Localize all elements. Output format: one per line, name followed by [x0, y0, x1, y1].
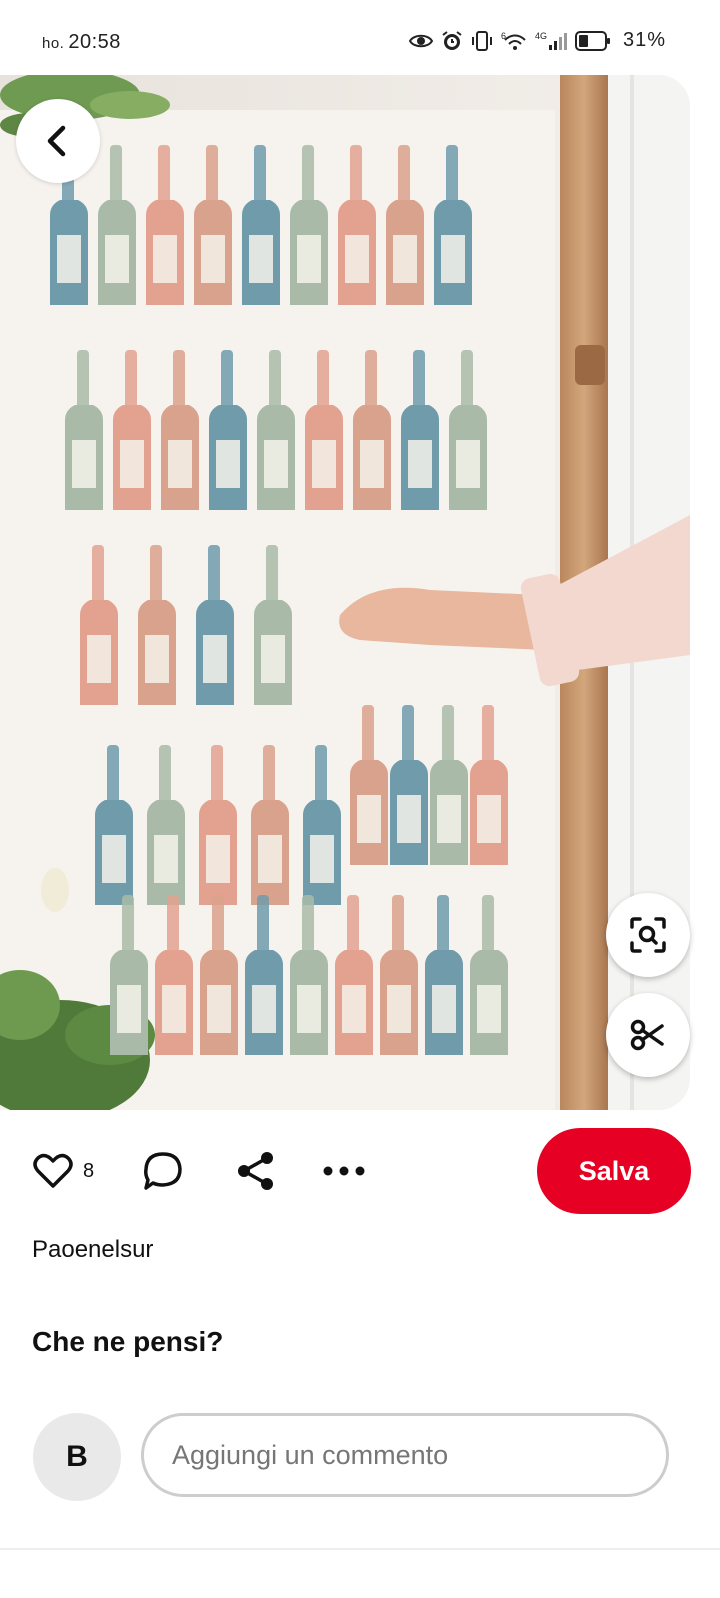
eye-icon [408, 32, 433, 50]
user-avatar[interactable]: B [33, 1413, 121, 1501]
bottom-divider [0, 1548, 720, 1550]
comment-icon [144, 1152, 182, 1190]
status-time-prefix: ho. [42, 35, 65, 52]
wifi-icon: 6 [501, 31, 527, 51]
like-count: 8 [83, 1159, 95, 1182]
scissors-icon [630, 1019, 664, 1051]
status-icons: 6 4G 31% [408, 29, 666, 52]
cutout-button[interactable] [606, 993, 690, 1077]
vibrate-icon [471, 30, 493, 52]
more-options-button[interactable] [323, 1128, 365, 1214]
signal-icon: 4G [535, 30, 567, 52]
heart-icon [33, 1153, 73, 1188]
status-time-value: 20:58 [68, 31, 121, 53]
visual-search-button[interactable] [606, 893, 690, 977]
back-button[interactable] [16, 99, 100, 183]
comment-input[interactable] [141, 1413, 669, 1497]
comment-button[interactable] [142, 1128, 184, 1214]
alarm-icon [441, 30, 463, 52]
network-type-label: 4G [535, 31, 547, 41]
chevron-left-icon [47, 125, 66, 157]
pin-photo-illustration [0, 75, 690, 1110]
battery-icon [574, 30, 611, 51]
share-icon [238, 1152, 273, 1190]
pin-image[interactable] [0, 75, 690, 1110]
more-icon [323, 1166, 365, 1176]
share-button[interactable] [235, 1128, 277, 1214]
status-time: ho. 20:58 [42, 31, 121, 54]
comments-prompt: Che ne pensi? [32, 1326, 224, 1357]
battery-percentage: 31% [622, 29, 666, 51]
author-name[interactable]: Paoenelsur [32, 1236, 153, 1264]
like-button[interactable]: 8 [33, 1128, 94, 1214]
save-button[interactable]: Salva [537, 1128, 691, 1214]
status-bar: ho. 20:58 6 4G 31% [0, 0, 720, 72]
lens-search-icon [630, 917, 666, 953]
